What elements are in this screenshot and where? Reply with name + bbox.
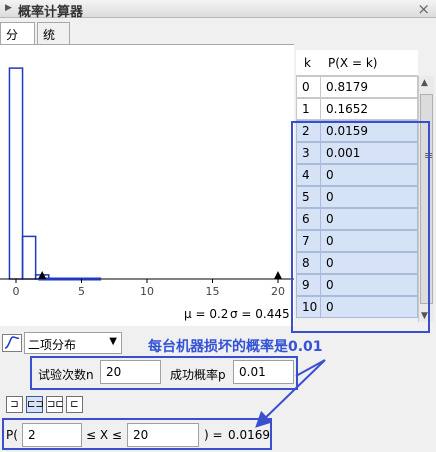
- table-row[interactable]: 90: [296, 274, 418, 296]
- cell-p: 0.8179: [320, 76, 418, 98]
- x-tick-label: 5: [78, 285, 85, 298]
- table-header: k P(X = k): [296, 50, 418, 76]
- upper-bound-input[interactable]: 20: [127, 423, 199, 447]
- success-prob-input[interactable]: 0.01: [233, 360, 294, 384]
- cell-p: 0.1652: [320, 98, 418, 120]
- mean-label: μ = 0.2: [184, 307, 228, 321]
- trials-label: 试验次数n: [38, 368, 94, 382]
- x-tick-label: 15: [206, 285, 220, 298]
- prob-prefix: P(: [6, 428, 18, 442]
- table-row[interactable]: 3 0.001: [296, 142, 418, 164]
- distribution-select[interactable]: 二项分布 ▼: [24, 332, 122, 354]
- interval-button[interactable]: ⊏⊐: [26, 396, 44, 413]
- cell-p: 0: [320, 274, 418, 296]
- bar-chart: 0 5 10 15 20 μ = 0.2 σ = 0.445: [0, 67, 294, 321]
- cell-p: 0.0159: [320, 120, 418, 142]
- cell-p: 0: [320, 186, 418, 208]
- cell-k: 10: [296, 296, 321, 318]
- cell-p: 0: [320, 208, 418, 230]
- tab-bar: 分布 统计: [0, 22, 436, 59]
- cell-k: 5: [296, 186, 321, 208]
- lower-bound-input[interactable]: 2: [22, 423, 82, 447]
- table-row[interactable]: 1 0.1652: [296, 98, 418, 120]
- x-tick-label: 0: [13, 285, 20, 298]
- cell-p: 0: [320, 164, 418, 186]
- header-p: P(X = k): [328, 56, 378, 70]
- success-prob-label: 成功概率p: [170, 368, 226, 382]
- right-tail-button[interactable]: ⊐: [6, 396, 23, 413]
- x-tick-label: 10: [140, 285, 154, 298]
- distribution-plot: 0 5 10 15 20 μ = 0.2 σ = 0.445: [0, 44, 294, 326]
- cell-k: 6: [296, 208, 321, 230]
- cell-k: 4: [296, 164, 321, 186]
- left-tail-button[interactable]: ⊏: [66, 396, 83, 413]
- cell-k: 1: [296, 98, 321, 120]
- table-row[interactable]: 0 0.8179: [296, 76, 418, 98]
- cell-p: 0: [320, 230, 418, 252]
- cell-p: 0.001: [320, 142, 418, 164]
- table-row[interactable]: 2 0.0159: [296, 120, 418, 142]
- x-tick-label: 20: [271, 285, 285, 298]
- bar-k1: [21, 235, 37, 280]
- annotation-text: 每台机器损坏的概率是0.01: [148, 339, 323, 355]
- table-row[interactable]: 50: [296, 186, 418, 208]
- window-title: 概率计算器: [18, 5, 84, 20]
- close-icon[interactable]: ×: [417, 0, 430, 18]
- cell-k: 8: [296, 252, 321, 274]
- scrollbar-thumb[interactable]: ≡: [420, 94, 433, 304]
- title-bar: ▶ 概率计算器 ×: [0, 0, 436, 20]
- header-k: k: [304, 56, 311, 70]
- bound-marker[interactable]: [274, 271, 282, 279]
- table-row[interactable]: 70: [296, 230, 418, 252]
- cell-k: 2: [296, 120, 321, 142]
- probability-table: k P(X = k) 0 0.8179 1 0.1652 2 0.0159 3 0.001 4 0…: [296, 50, 436, 328]
- collapse-arrow-icon[interactable]: ▶: [5, 3, 12, 13]
- distribution-curve-icon[interactable]: [2, 334, 22, 352]
- trials-input[interactable]: 20: [100, 360, 161, 384]
- cell-k: 9: [296, 274, 321, 296]
- scroll-up-icon[interactable]: ▲: [421, 78, 428, 88]
- chevron-down-icon: ▼: [109, 336, 117, 347]
- bar-k0: [8, 67, 24, 280]
- prob-suffix: ) =: [204, 428, 223, 442]
- probability-result: 0.0169: [228, 428, 270, 442]
- table-row[interactable]: 60: [296, 208, 418, 230]
- distribution-select-value: 二项分布: [28, 338, 77, 352]
- tab-distribution[interactable]: 分布: [0, 22, 35, 59]
- scroll-down-icon[interactable]: ▼: [421, 311, 428, 321]
- table-row[interactable]: 40: [296, 164, 418, 186]
- annotation-arrow-line-1: [295, 359, 326, 377]
- cell-k: 3: [296, 142, 321, 164]
- cell-p: 0: [320, 252, 418, 274]
- grip-icon: ≡: [424, 149, 434, 162]
- cell-k: 0: [296, 76, 321, 98]
- table-row[interactable]: 10 0: [296, 296, 418, 318]
- inequality-label: ≤ X ≤: [86, 428, 122, 442]
- table-row[interactable]: 80: [296, 252, 418, 274]
- cell-k: 7: [296, 230, 321, 252]
- table-scrollbar[interactable]: ▲ ≡ ▼: [418, 76, 434, 322]
- cell-p: 0: [320, 296, 418, 318]
- two-tailed-button[interactable]: ⊐⊏: [46, 396, 64, 413]
- tab-statistics[interactable]: 统计: [37, 22, 70, 59]
- sigma-label: σ = 0.445: [230, 307, 290, 321]
